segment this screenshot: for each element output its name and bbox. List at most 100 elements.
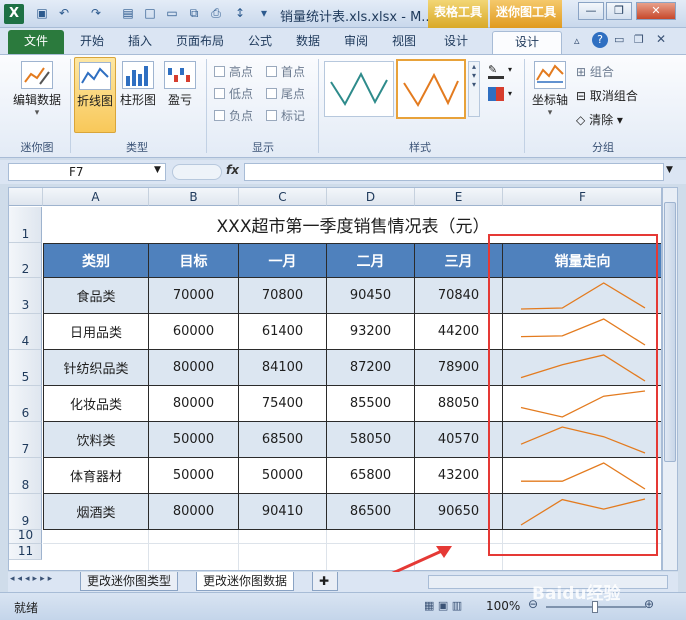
close-button[interactable]: ✕ [636,2,676,20]
data-cell-target[interactable]: 50000 [149,458,239,494]
column-header[interactable]: F [503,188,661,206]
marker-color-icon[interactable] [488,87,504,101]
data-cell-jan[interactable]: 90410 [239,494,327,530]
data-cell-target[interactable]: 60000 [149,314,239,350]
doc-minimize-icon[interactable]: ▭ [614,33,624,46]
row-header[interactable]: 6 [9,386,42,422]
last-point-checkbox[interactable]: 尾点 [266,85,305,102]
high-point-checkbox[interactable]: 高点 [214,63,253,80]
data-cell-category[interactable]: 化妆品类 [43,386,149,422]
tab-insert[interactable]: 插入 [120,31,160,54]
tab-table-design[interactable]: 设计 [436,31,476,54]
markers-checkbox[interactable]: 标记 [266,107,305,124]
row-header[interactable]: 11 [9,544,42,560]
line-type-button[interactable]: 折线图 [74,57,116,133]
first-point-checkbox[interactable]: 首点 [266,63,305,80]
row-header[interactable]: 2 [9,243,42,278]
minimize-button[interactable]: — [578,2,604,20]
sparkline-color-icon[interactable]: ✎ [488,63,504,79]
data-cell-feb[interactable]: 87200 [327,350,415,386]
header-cell[interactable]: 目标 [149,243,239,278]
doc-restore-icon[interactable]: ❐ [634,33,644,46]
sheet-tab-change-data[interactable]: 更改迷你图数据 [196,572,295,591]
header-cell[interactable]: 二月 [327,243,415,278]
row-header[interactable]: 8 [9,458,42,494]
header-cell[interactable]: 类别 [43,243,149,278]
row-header[interactable]: 10 [9,528,42,544]
data-cell-category[interactable]: 针纺织品类 [43,350,149,386]
chevron-down-icon[interactable]: ▼ [154,165,161,175]
data-cell-feb[interactable]: 65800 [327,458,415,494]
sort-icon[interactable]: ↕ [232,5,248,21]
data-cell-category[interactable]: 食品类 [43,278,149,314]
data-cell-target[interactable]: 80000 [149,386,239,422]
header-cell[interactable]: 一月 [239,243,327,278]
data-cell-feb[interactable]: 93200 [327,314,415,350]
data-cell-category[interactable]: 日用品类 [43,314,149,350]
axis-button[interactable]: 坐标轴 ▾ [528,57,572,118]
view-buttons[interactable]: ▦ ▣ ▥ [424,599,462,612]
zoom-in-icon[interactable]: ⊕ [644,597,654,611]
ungroup-button[interactable]: ⊟ 取消组合 [576,87,638,104]
row-header[interactable]: 5 [9,350,42,386]
row-header[interactable]: 3 [9,278,42,314]
sheet-nav-arrows[interactable]: ◂◂◂▸▸▸ [10,574,55,584]
ribbon-minimize-icon[interactable]: ▵ [574,34,580,47]
chevron-down-icon[interactable]: ▾ [508,89,512,98]
scroll-thumb[interactable] [664,202,676,462]
tab-page-layout[interactable]: 页面布局 [168,31,232,54]
undo-icon[interactable]: ↶ [56,5,72,21]
insert-function-icon[interactable]: fx [226,163,239,177]
tab-view[interactable]: 视图 [384,31,424,54]
tab-review[interactable]: 审阅 [336,31,376,54]
doc-close-icon[interactable]: ✕ [656,32,666,46]
win-loss-type-button[interactable]: 盈亏 [160,57,200,108]
edit-data-button[interactable]: 编辑数据 ▾ [8,57,66,118]
save-icon[interactable]: ▣ [34,5,50,21]
data-cell-jan[interactable]: 70800 [239,278,327,314]
data-cell-category[interactable]: 饮料类 [43,422,149,458]
data-cell-jan[interactable]: 50000 [239,458,327,494]
clear-button[interactable]: ◇ 清除 ▾ [576,111,623,128]
data-cell-target[interactable]: 70000 [149,278,239,314]
customize-qa-icon[interactable]: ▾ [256,5,272,21]
column-header[interactable]: A [43,188,149,206]
data-cell-feb[interactable]: 85500 [327,386,415,422]
data-cell-jan[interactable]: 61400 [239,314,327,350]
name-box[interactable]: F7 [8,163,166,181]
data-cell-jan[interactable]: 84100 [239,350,327,386]
data-cell-target[interactable]: 80000 [149,350,239,386]
column-header[interactable]: B [149,188,239,206]
excel-logo-icon[interactable]: X [4,4,24,24]
style-option-2-selected[interactable] [396,59,466,119]
data-cell-feb[interactable]: 58050 [327,422,415,458]
expand-formula-icon[interactable]: ▼ [666,165,673,175]
data-cell-feb[interactable]: 90450 [327,278,415,314]
tab-sparkline-design[interactable]: 设计 [492,31,562,54]
negative-point-checkbox[interactable]: 负点 [214,107,253,124]
style-gallery-scroll[interactable]: ▴ ▾ ▾ [468,61,480,117]
print-preview-icon[interactable]: ▤ [120,5,136,21]
vertical-scrollbar[interactable] [662,187,678,571]
formula-input[interactable] [244,163,664,181]
tab-data[interactable]: 数据 [288,31,328,54]
data-cell-category[interactable]: 体育器材 [43,458,149,494]
row-header[interactable]: 1 [9,207,42,243]
data-cell-feb[interactable]: 86500 [327,494,415,530]
tab-formulas[interactable]: 公式 [240,31,280,54]
tab-home[interactable]: 开始 [72,31,112,54]
column-header[interactable]: E [415,188,503,206]
help-icon[interactable]: ? [592,32,608,48]
style-option-1[interactable] [324,61,394,117]
data-cell-target[interactable]: 50000 [149,422,239,458]
data-cell-jan[interactable]: 75400 [239,386,327,422]
copy-icon[interactable]: ⧉ [186,5,202,21]
print-icon[interactable]: ⎙ [208,5,224,21]
chevron-down-icon[interactable]: ▾ [508,65,512,74]
open-folder-icon[interactable]: ▭ [164,5,180,21]
select-all-corner[interactable] [9,188,43,206]
row-header[interactable]: 7 [9,422,42,458]
low-point-checkbox[interactable]: 低点 [214,85,253,102]
maximize-button[interactable]: ❐ [606,2,632,20]
data-cell-category[interactable]: 烟酒类 [43,494,149,530]
